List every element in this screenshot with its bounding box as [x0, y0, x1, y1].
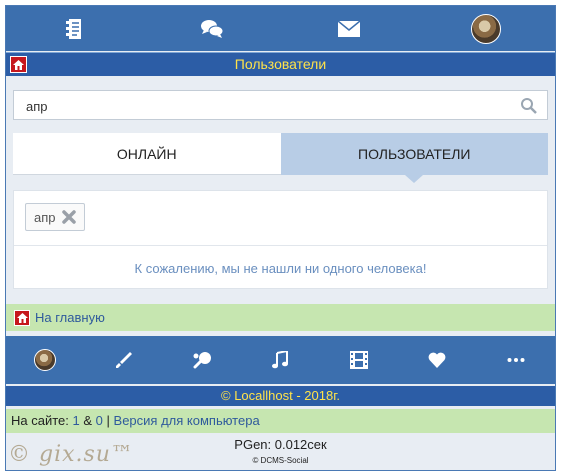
page-title: Пользователи: [234, 56, 327, 72]
divider: [14, 245, 547, 246]
results-panel: апр К сожалению, мы не нашли ни одного ч…: [13, 190, 548, 289]
top-nav: [6, 6, 555, 51]
online-guests-link[interactable]: 0: [96, 413, 103, 428]
title-bar: Пользователи: [6, 52, 555, 76]
home-link-bar: На главную: [6, 304, 555, 331]
tab-users[interactable]: ПОЛЬЗОВАТЕЛИ: [280, 133, 548, 183]
nav-profile-button[interactable]: [456, 9, 516, 49]
document-icon: [65, 18, 81, 39]
nav-mail-button[interactable]: [319, 9, 379, 49]
search-box: [13, 90, 548, 120]
film-icon: [349, 351, 368, 369]
filter-chip: апр: [25, 203, 85, 231]
mail-icon: [338, 20, 361, 37]
bottom-nav-profile[interactable]: [20, 340, 70, 380]
heart-icon: [428, 352, 446, 368]
bottom-nav-more[interactable]: [491, 340, 541, 380]
home-link[interactable]: На главную: [35, 310, 105, 325]
online-users-link[interactable]: 1: [73, 413, 80, 428]
online-prefix: На сайте:: [11, 413, 69, 428]
nav-chat-button[interactable]: [182, 9, 242, 49]
close-icon[interactable]: [61, 210, 76, 224]
bottom-nav-video[interactable]: [334, 340, 384, 380]
watermark: © gix.su™: [8, 442, 134, 467]
brush-icon: [115, 352, 132, 368]
bottom-nav: [6, 336, 555, 384]
home-icon: [14, 309, 30, 326]
bottom-nav-games[interactable]: [177, 340, 227, 380]
avatar: [471, 13, 502, 44]
online-separator: &: [83, 413, 93, 428]
bottom-nav-music[interactable]: [255, 340, 305, 380]
nav-journal-button[interactable]: [45, 9, 105, 49]
filter-chip-label: апр: [34, 209, 56, 225]
copyright-bar: © Locallhost - 2018г.: [6, 386, 555, 406]
empty-message: К сожалению, мы не нашли ни одного челов…: [134, 261, 427, 276]
tabs: ОНЛАЙН ПОЛЬЗОВАТЕЛИ: [13, 133, 548, 183]
search-icon[interactable]: [520, 97, 537, 119]
app-frame: Пользователи ОНЛАЙН ПОЛЬЗОВАТЕЛИ апр К с…: [5, 5, 556, 471]
chat-icon: [200, 19, 223, 38]
ping-pong-icon: [193, 352, 212, 369]
online-bar: На сайте: 1 & 0 | Версия для компьютера: [6, 409, 555, 433]
avatar: [34, 349, 57, 371]
bottom-nav-blogs[interactable]: [99, 340, 149, 380]
desktop-version-link[interactable]: Версия для компьютера: [114, 413, 260, 428]
tab-online[interactable]: ОНЛАЙН: [13, 133, 281, 175]
music-note-icon: [272, 351, 289, 369]
pipe-separator: |: [106, 413, 110, 428]
more-icon: [507, 358, 525, 362]
bottom-nav-favorites[interactable]: [412, 340, 462, 380]
search-input[interactable]: [24, 96, 508, 116]
